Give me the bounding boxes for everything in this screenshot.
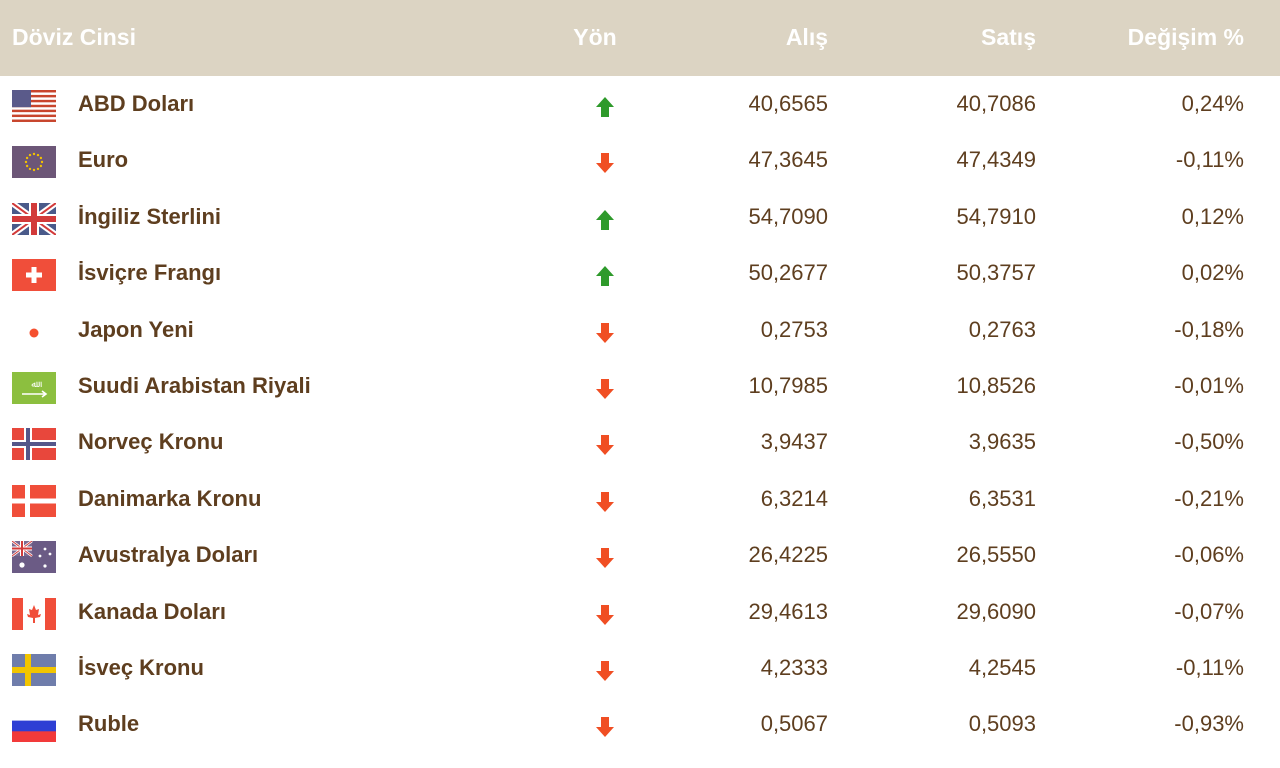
currency-name: ABD Doları: [78, 91, 195, 116]
change-percent: -0,50%: [1174, 429, 1244, 455]
header-currency: Döviz Cinsi: [12, 24, 136, 50]
sell-price: 47,4349: [956, 147, 1036, 173]
sell-price: 0,2763: [968, 316, 1036, 342]
arrow-down-icon: [590, 656, 620, 686]
arrow-down-icon: [590, 600, 620, 630]
buy-price: 54,7090: [748, 203, 828, 229]
table-row: ﷲ Suudi Arabistan Riyali 10,7985 10,8526 -0,…: [0, 358, 1280, 414]
arrow-down-icon: [590, 430, 620, 460]
table-header: Döviz Cinsi Yön Alış Satış Değişim %: [0, 0, 1280, 76]
canada-flag-icon: [12, 597, 56, 630]
table-row: Kanada Doları 29,4613 29,6090 -0,07%: [0, 584, 1280, 640]
buy-price: 26,4225: [748, 542, 828, 568]
table-row: ABD Doları 40,6565 40,7086 0,24%: [0, 76, 1280, 132]
change-percent: -0,06%: [1174, 542, 1244, 568]
buy-price: 6,3214: [760, 485, 828, 511]
sell-price: 54,7910: [956, 203, 1036, 229]
change-percent: -0,21%: [1174, 485, 1244, 511]
sell-price: 50,3757: [956, 260, 1036, 286]
change-percent: -0,11%: [1175, 655, 1244, 680]
header-change: Değişim %: [1127, 24, 1244, 50]
change-percent: -0,11%: [1175, 147, 1244, 173]
buy-price: 4,2333: [760, 655, 828, 680]
table-row: İsviçre Frangı 50,2677 50,3757 0,02%: [0, 245, 1280, 301]
currency-name: İsveç Kronu: [78, 655, 204, 680]
sell-price: 0,5093: [968, 711, 1036, 737]
table-row: Japon Yeni 0,2753 0,2763 -0,18%: [0, 302, 1280, 358]
arrow-up-icon: [590, 261, 620, 291]
currency-name: Ruble: [78, 711, 140, 737]
currency-name: Norveç Kronu: [78, 429, 224, 455]
currency-name: İngiliz Sterlini: [78, 203, 222, 229]
arrow-down-icon: [590, 148, 620, 178]
table-row: İngiliz Sterlini 54,7090 54,7910 0,12%: [0, 189, 1280, 245]
table-row: Danimarka Kronu 6,3214 6,3531 -0,21%: [0, 471, 1280, 527]
change-percent: 0,24%: [1181, 91, 1244, 116]
arrow-down-icon: [590, 487, 620, 517]
japan-flag-icon: [12, 315, 56, 348]
buy-price: 29,4613: [748, 598, 828, 624]
table-row: Euro 47,3645 47,4349 -0,11%: [0, 132, 1280, 188]
currency-name: İsviçre Frangı: [78, 260, 222, 286]
buy-price: 0,5067: [760, 711, 828, 737]
sell-price: 26,5550: [956, 542, 1036, 568]
change-percent: -0,93%: [1174, 711, 1244, 737]
sell-price: 3,9635: [968, 429, 1036, 455]
change-percent: 0,12%: [1181, 203, 1244, 229]
currency-table: Döviz Cinsi Yön Alış Satış Değişim % ABD…: [0, 0, 1280, 768]
buy-price: 10,7985: [748, 373, 828, 398]
change-percent: -0,07%: [1174, 598, 1244, 624]
arrow-down-icon: [590, 712, 620, 742]
eu-flag-icon: [12, 146, 56, 179]
header-buy: Alış: [785, 24, 828, 50]
arrow-up-icon: [590, 92, 620, 122]
russia-flag-icon: [12, 710, 56, 743]
saudi-flag-icon: ﷲ: [12, 372, 56, 404]
sweden-flag-icon: [12, 654, 56, 686]
sell-price: 29,6090: [956, 598, 1036, 624]
currency-name: Avustralya Doları: [78, 542, 259, 568]
table-row: Ruble 0,5067 0,5093 -0,93%: [0, 696, 1280, 752]
buy-price: 50,2677: [748, 260, 828, 286]
table-row: Avustralya Doları 26,4225 26,5550 -0,06%: [0, 527, 1280, 583]
arrow-down-icon: [590, 543, 620, 573]
buy-price: 0,2753: [760, 316, 828, 342]
denmark-flag-icon: [12, 484, 56, 517]
arrow-up-icon: [590, 205, 620, 235]
sell-price: 4,2545: [968, 655, 1036, 680]
us-flag-icon: [12, 90, 56, 122]
currency-name: Danimarka Kronu: [78, 485, 262, 511]
currency-name: Suudi Arabistan Riyali: [78, 373, 311, 398]
change-percent: -0,18%: [1174, 316, 1244, 342]
buy-price: 47,3645: [748, 147, 828, 173]
australia-flag-icon: [12, 541, 56, 574]
arrow-down-icon: [590, 318, 620, 348]
sell-price: 10,8526: [956, 373, 1036, 398]
table-row: Norveç Kronu 3,9437 3,9635 -0,50%: [0, 414, 1280, 470]
arrow-down-icon: [590, 374, 620, 404]
currency-name: Kanada Doları: [78, 598, 226, 624]
buy-price: 40,6565: [748, 91, 828, 116]
swiss-flag-icon: [12, 259, 56, 292]
header-sell: Satış: [981, 24, 1036, 50]
change-percent: -0,01%: [1174, 373, 1244, 398]
norway-flag-icon: [12, 428, 56, 461]
currency-name: Japon Yeni: [78, 316, 194, 342]
sell-price: 6,3531: [968, 485, 1036, 511]
table-row: İsveç Kronu 4,2333 4,2545 -0,11%: [0, 640, 1280, 696]
buy-price: 3,9437: [760, 429, 828, 455]
sell-price: 40,7086: [956, 91, 1036, 116]
currency-name: Euro: [78, 147, 129, 173]
uk-flag-icon: [12, 202, 56, 235]
change-percent: 0,02%: [1181, 260, 1244, 286]
